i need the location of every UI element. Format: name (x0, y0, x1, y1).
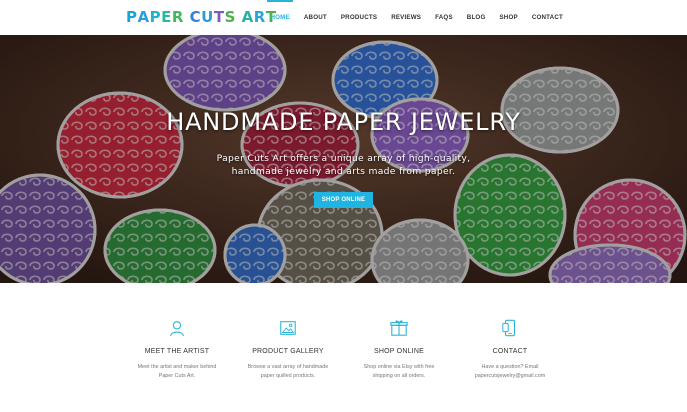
feature-title: CONTACT (492, 348, 528, 355)
logo-letter: T (213, 8, 225, 26)
nav-contact[interactable]: CONTACT (532, 0, 563, 35)
logo-letter: S (224, 8, 236, 26)
logo-letter: P (126, 8, 138, 26)
site-logo[interactable]: PAPER CUTS ART (126, 8, 277, 26)
feature-title: MEET THE ARTIST (144, 348, 210, 355)
logo-letter: E (161, 8, 172, 26)
nav-home[interactable]: HOME (267, 0, 294, 35)
nav-reviews[interactable]: REVIEWS (391, 0, 421, 35)
feature-product-gallery[interactable]: PRODUCT GALLERY Browse a vast array of h… (243, 319, 333, 380)
logo-letter: R (171, 8, 184, 26)
feature-contact[interactable]: CONTACT Have a question? Email papercuts… (465, 319, 555, 380)
logo-letter: A (137, 8, 150, 26)
hero-title: HANDMADE PAPER JEWELRY (166, 108, 521, 136)
logo-letter: P (149, 8, 162, 26)
logo-letter: C (189, 8, 202, 26)
logo-letter: R (253, 8, 266, 26)
image-gallery-icon (280, 321, 296, 335)
feature-title: PRODUCT GALLERY (252, 348, 324, 355)
hero-subtitle: Paper Cuts Art offers a unique array of … (216, 153, 471, 177)
feature-meet-the-artist[interactable]: MEET THE ARTIST Meet the artist and make… (132, 319, 222, 380)
nav-products[interactable]: PRODUCTS (341, 0, 377, 35)
main-nav: HOME ABOUT PRODUCTS REVIEWS FAQS BLOG SH… (267, 0, 563, 35)
site-header: PAPER CUTS ART HOME ABOUT PRODUCTS REVIE… (0, 0, 687, 35)
nav-blog[interactable]: BLOG (467, 0, 486, 35)
phone-icon (502, 319, 516, 337)
hero-banner: HANDMADE PAPER JEWELRY Paper Cuts Art of… (0, 35, 687, 283)
shop-online-button[interactable]: SHOP ONLINE (314, 192, 373, 208)
feature-description: Shop online via Etsy with free shipping … (363, 364, 435, 379)
person-icon (170, 321, 184, 337)
feature-description: Meet the artist and maker behind Paper C… (137, 364, 217, 379)
logo-letter: A (241, 8, 254, 26)
feature-shop-online[interactable]: SHOP ONLINE Shop online via Etsy with fr… (354, 319, 444, 380)
nav-shop[interactable]: SHOP (499, 0, 517, 35)
features-section: MEET THE ARTIST Meet the artist and make… (0, 283, 687, 412)
feature-description: Have a question? Email papercutsjewelry@… (474, 364, 546, 379)
feature-description: Browse a vast array of handmade paper qu… (247, 364, 329, 379)
nav-about[interactable]: ABOUT (304, 0, 327, 35)
logo-letter: U (201, 8, 214, 26)
feature-title: SHOP ONLINE (374, 348, 424, 355)
gift-box-icon (390, 320, 408, 336)
nav-faqs[interactable]: FAQS (435, 0, 453, 35)
